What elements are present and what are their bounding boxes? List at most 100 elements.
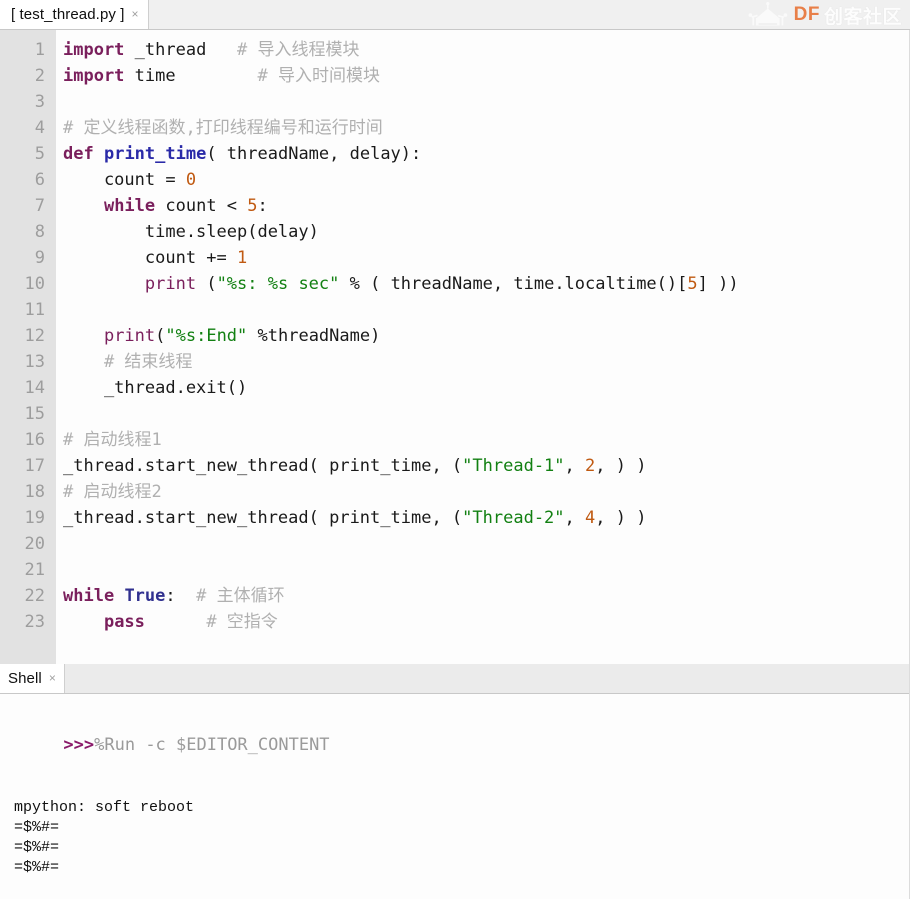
line-number: 9 <box>34 248 45 268</box>
code-token: , ) ) <box>595 456 647 476</box>
code-token: while <box>103 196 156 216</box>
code-line: _thread.start_new_thread( print_time, ("… <box>63 453 909 479</box>
code-token: 1 <box>237 248 248 268</box>
shell-output-line: mpython: soft reboot <box>14 799 195 816</box>
thonny-ide-window: [ test_thread.py ] × DF 创客社区 12345 6 7 8… <box>0 0 910 899</box>
line-number: 15 <box>24 404 45 424</box>
line-number: 4 <box>34 118 45 138</box>
line-number: 10 <box>24 274 45 294</box>
code-token: # 导入时间模块 <box>257 66 380 86</box>
line-number: 1 <box>34 40 45 60</box>
close-icon[interactable]: × <box>132 8 139 20</box>
code-token: # 定义线程函数,打印线程编号和运行时间 <box>63 118 383 138</box>
shell-tab-bar-filler <box>64 663 910 693</box>
code-token: # 主体循环 <box>196 586 285 606</box>
code-token: %threadName) <box>247 326 381 346</box>
close-icon[interactable]: × <box>49 672 56 684</box>
code-line: count = 0 <box>63 167 909 193</box>
editor-tab-bar: [ test_thread.py ] × DF 创客社区 <box>0 0 910 30</box>
code-line: print("%s:End" %threadName) <box>63 323 909 349</box>
shell-tab-bar: Shell × <box>0 663 910 694</box>
code-token: ( threadName, delay): <box>206 144 422 164</box>
code-token: 5 <box>247 196 258 216</box>
shell-output-line: =$%#= <box>14 819 60 836</box>
line-number: 19 <box>24 508 45 528</box>
code-token: time.sleep(delay) <box>63 222 319 242</box>
shell-spacer <box>0 784 910 798</box>
code-token: print <box>144 274 197 294</box>
code-token: ] )) <box>697 274 739 294</box>
line-number: 14 <box>24 378 45 398</box>
code-token: pass <box>103 612 145 632</box>
code-line: print ("%s: %s sec" % ( threadName, time… <box>63 271 909 297</box>
shell-output-line: =$%#= <box>14 859 60 876</box>
code-line: _thread.start_new_thread( print_time, ("… <box>63 505 909 531</box>
line-number-gutter: 1 2 3 4 5 6 7 8 9 10 11 12 13 14 15 16 17 18 19 20 21 22 23 <box>0 30 56 664</box>
line-number: 20 <box>24 534 45 554</box>
code-line: pass # 空指令 <box>63 609 909 635</box>
code-line: while count < 5: <box>63 193 909 219</box>
editor-tab-label: [ test_thread.py ] <box>11 5 125 23</box>
code-line: def print_time( threadName, delay): <box>63 141 909 167</box>
line-number: 6 <box>34 170 45 190</box>
line-number: 13 <box>24 352 45 372</box>
line-number: 21 <box>24 560 45 580</box>
line-number: 11 <box>24 300 45 320</box>
code-token: "%s:End" <box>165 326 248 346</box>
code-token: time <box>124 66 176 86</box>
code-token: ( <box>155 326 166 346</box>
code-token: import <box>63 66 125 86</box>
editor-tab-test-thread-py[interactable]: [ test_thread.py ] × <box>0 0 149 29</box>
code-token: def <box>63 144 94 164</box>
line-number: 5 <box>34 144 45 164</box>
code-token: 4 <box>585 508 596 528</box>
code-token: 0 <box>185 170 197 190</box>
code-token: # 空指令 <box>206 612 278 632</box>
shell-tab[interactable]: Shell × <box>0 663 65 693</box>
shell-command-text: %Run -c $EDITOR_CONTENT <box>94 735 330 755</box>
code-token: , ) ) <box>595 508 647 528</box>
code-token: , <box>564 456 586 476</box>
line-number: 7 <box>34 196 45 216</box>
code-token: # 启动线程2 <box>63 482 162 502</box>
code-token: # 结束线程 <box>103 352 193 372</box>
code-token: _thread.start_new_thread( print_time, ( <box>63 508 463 528</box>
code-token: _thread <box>124 40 207 60</box>
code-token: while <box>63 586 115 606</box>
code-token: % ( threadName, time.localtime()[ <box>339 274 688 294</box>
code-token: "Thread-1" <box>462 456 565 476</box>
code-token: True <box>124 586 166 606</box>
shell-output-area[interactable]: >>>%Run -c $EDITOR_CONTENT mpython: soft… <box>0 694 910 899</box>
code-token: # 启动线程1 <box>63 430 162 450</box>
line-number: 16 <box>24 430 45 450</box>
code-token: # 导入线程模块 <box>237 40 360 60</box>
code-token: _thread.exit() <box>63 378 248 398</box>
shell-output-lines: mpython: soft reboot =$%#= =$%#= =$%#= <box>0 798 910 878</box>
shell-output-line: =$%#= <box>14 839 60 856</box>
code-text-area[interactable]: import _thread # 导入线程模块 import time # 导入时… <box>56 30 909 664</box>
shell-command-line: >>>%Run -c $EDITOR_CONTENT <box>0 706 910 784</box>
code-line: # 结束线程 <box>63 349 909 375</box>
code-token: count += <box>63 248 237 268</box>
code-token: , <box>564 508 586 528</box>
code-token: print_time <box>103 144 207 164</box>
code-line: # 启动线程1 <box>63 427 909 453</box>
code-line: count += 1 <box>63 245 909 271</box>
code-line: # 定义线程函数,打印线程编号和运行时间 <box>63 115 909 141</box>
code-line: import time # 导入时间模块 <box>63 63 909 89</box>
code-line: import _thread # 导入线程模块 <box>63 37 909 63</box>
code-editor[interactable]: 1 2 3 4 5 6 7 8 9 10 11 12 13 14 15 16 17 18 19 20 21 22 23 im… <box>0 30 910 664</box>
